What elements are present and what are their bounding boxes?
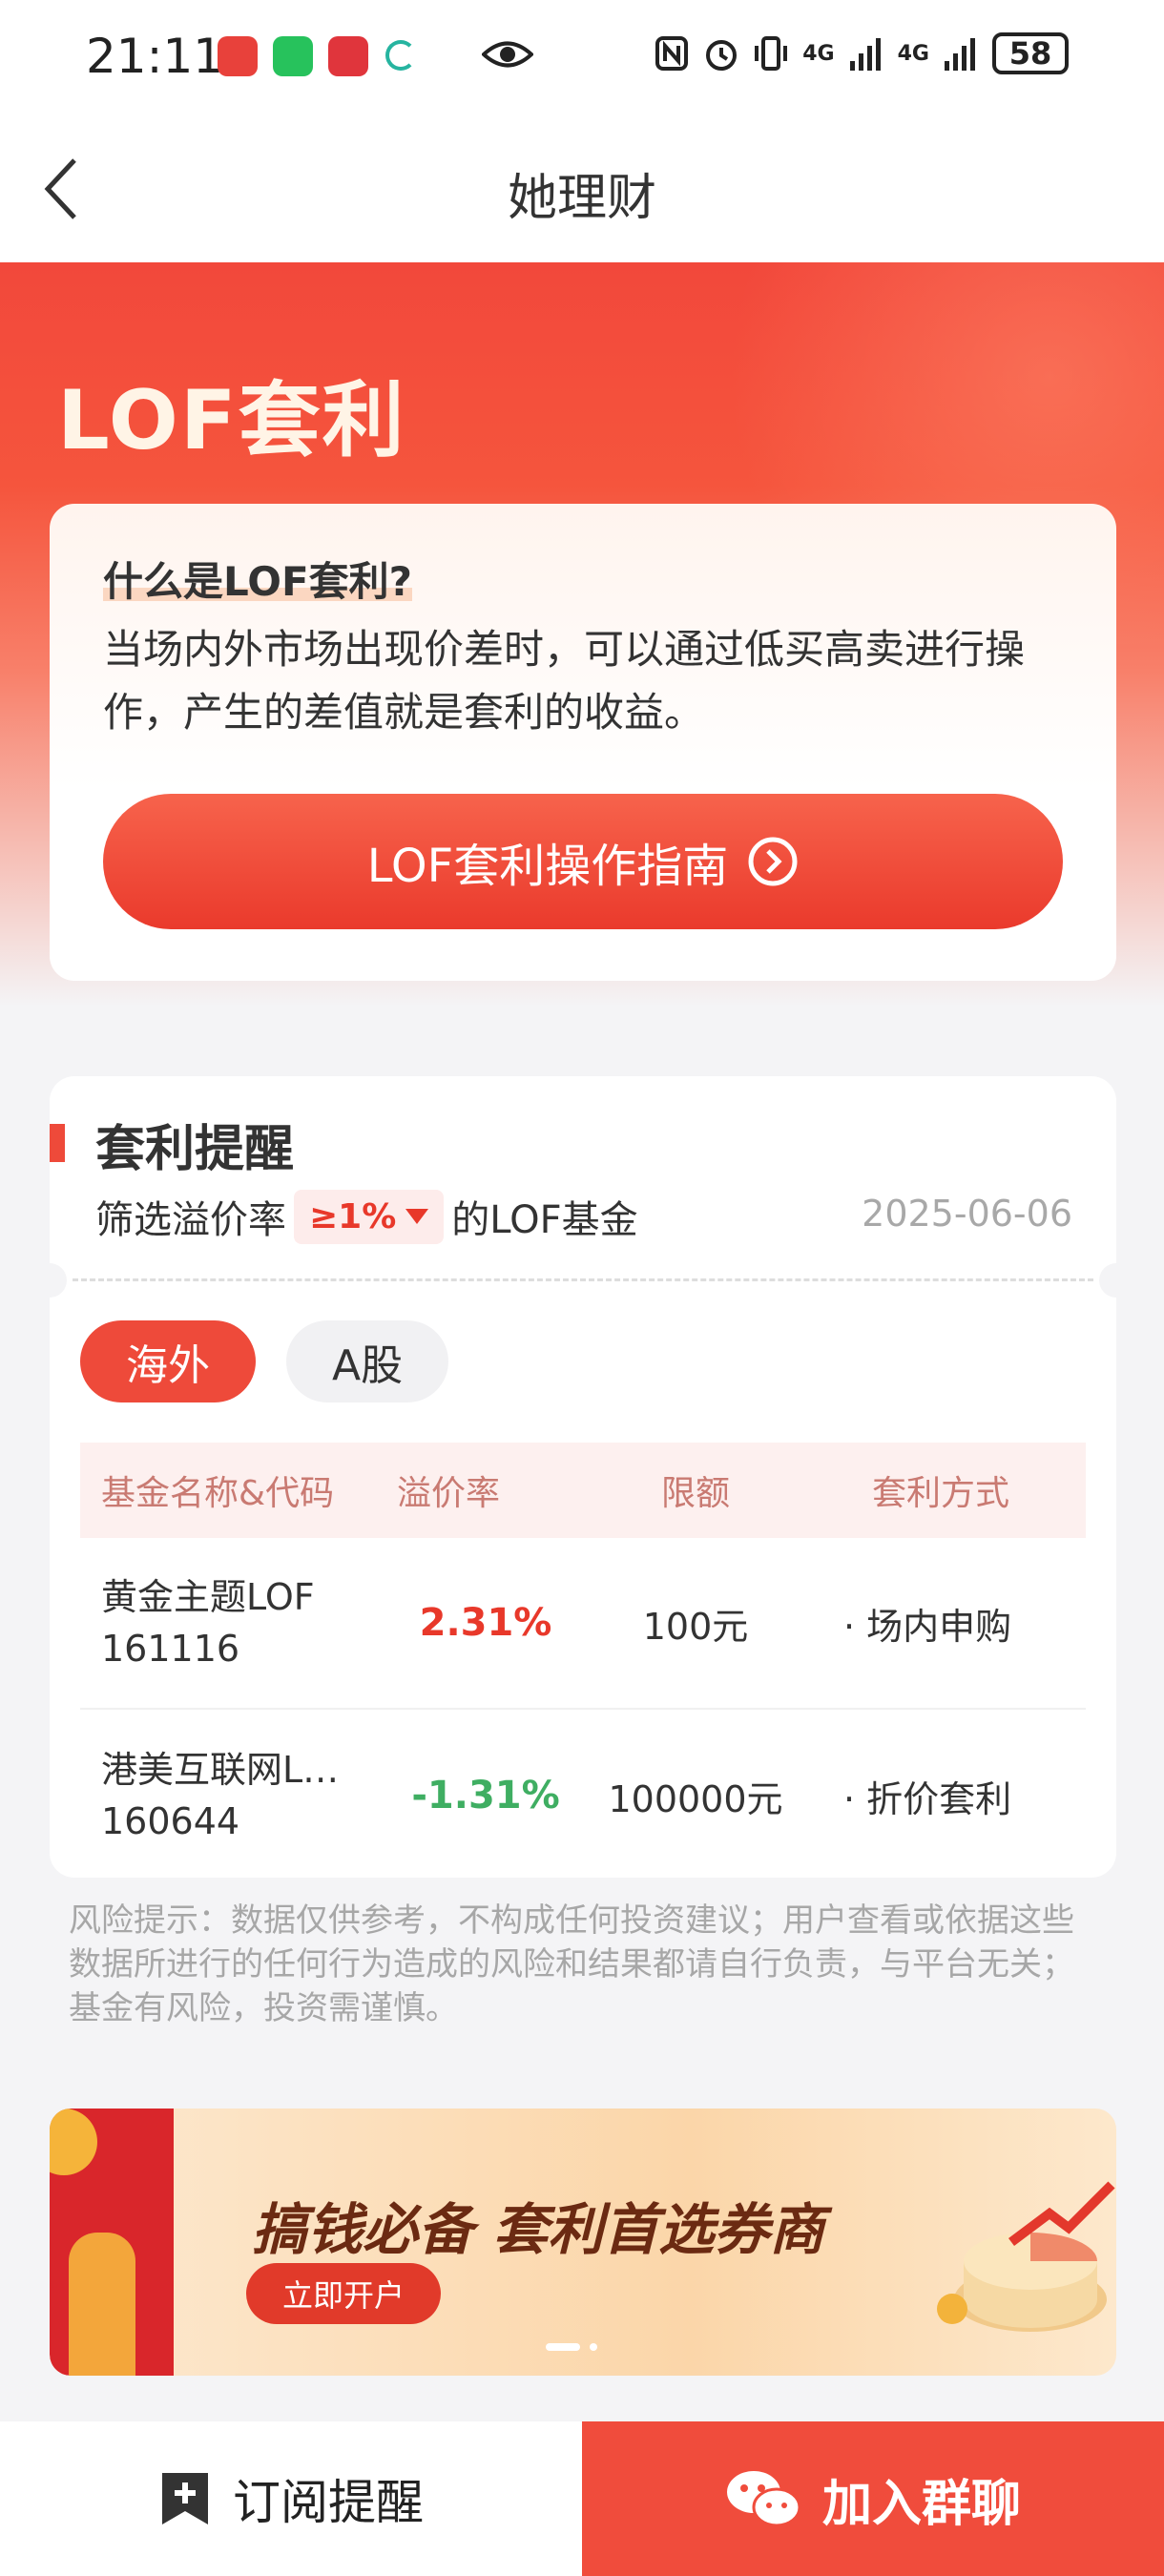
stock-app-notification-icon [328, 36, 368, 76]
filter-prefix: 筛选溢价率 [95, 1198, 286, 1242]
signal-icon [849, 38, 881, 71]
banner-slogan: 搞钱必备 套利首选券商 [252, 2197, 825, 2262]
filter-suffix: 的LOF基金 [451, 1198, 638, 1242]
arbitrage-reminder-card: 套利提醒 筛选溢价率 ≥1% 的LOF基金 2025-06-06 海外 A股 基… [50, 1076, 1116, 1878]
market-tabs: 海外 A股 [80, 1320, 449, 1402]
coin-icon [50, 2109, 97, 2175]
premium-filter-dropdown[interactable]: ≥1% [294, 1189, 445, 1244]
battery-level: 58 [1008, 35, 1052, 72]
banner-previous-slide [50, 2109, 174, 2376]
fund-name-cell: 港美互联网L… 160644 [80, 1744, 385, 1847]
arbitrage-method: · 折价套利 [843, 1777, 1012, 1820]
wechat-notification-icon [273, 36, 313, 76]
fund-name: 港美互联网L… [101, 1749, 340, 1791]
vibrate-icon [755, 36, 788, 71]
alarm-icon [706, 40, 738, 71]
intro-question-text: 什么是LOF套利? [103, 558, 413, 605]
carousel-dot [590, 2343, 597, 2351]
reminder-title: 套利提醒 [95, 1121, 295, 1178]
fund-code: 160644 [101, 1800, 240, 1842]
table-row[interactable]: 黄金主题LOF 161116 2.31% 100元 · 场内申购 [80, 1538, 1086, 1710]
eye-icon [482, 41, 533, 68]
status-right-icons: 4G 4G 58 [654, 32, 1069, 74]
network-type-2: 4G [897, 41, 929, 66]
join-group-chat-button[interactable]: 加入群聊 [582, 2421, 1164, 2576]
intro-question: 什么是LOF套利? [103, 550, 413, 608]
person-illustration [69, 2233, 135, 2376]
col-fund-name: 基金名称&代码 [101, 1474, 335, 1513]
col-method: 套利方式 [872, 1474, 1010, 1513]
promo-banner[interactable]: 搞钱必备 套利首选券商 立即开户 [50, 2109, 1116, 2376]
tab-a-shares[interactable]: A股 [286, 1320, 449, 1402]
filter-value: ≥1% [309, 1196, 397, 1236]
carousel-indicator [546, 2343, 597, 2351]
card-notch-left [50, 1263, 67, 1298]
bookmark-plus-icon [162, 2473, 208, 2524]
purchase-limit: 100000元 [608, 1777, 783, 1820]
filter-row: 筛选溢价率 ≥1% 的LOF基金 [95, 1189, 638, 1244]
intro-card: 什么是LOF套利? 当场内外市场出现价差时，可以通过低买高卖进行操作，产生的差值… [50, 504, 1116, 981]
guide-button[interactable]: LOF套利操作指南 [103, 794, 1063, 929]
tab-overseas[interactable]: 海外 [80, 1320, 256, 1402]
subscribe-reminder-button[interactable]: 订阅提醒 [0, 2421, 582, 2576]
section-marker [50, 1124, 65, 1162]
card-notch-right [1099, 1263, 1116, 1298]
fund-name-cell: 黄金主题LOF 161116 [80, 1571, 385, 1674]
signal-icon-2 [945, 38, 975, 71]
network-type: 4G [802, 41, 835, 66]
open-account-button[interactable]: 立即开户 [246, 2263, 441, 2324]
app-notification-icon [218, 36, 258, 76]
carousel-dot-active [546, 2343, 580, 2351]
battery-indicator: 58 [992, 32, 1069, 74]
status-time: 21:11 [86, 29, 224, 84]
premium-rate: -1.31% [411, 1774, 560, 1818]
status-bar: 21:11 4G 4G 58 [0, 0, 1164, 114]
fund-name: 黄金主题LOF [101, 1576, 315, 1618]
hero-title: LOF套利 [57, 373, 406, 468]
page-title: 她理财 [507, 170, 656, 227]
risk-notice: 风险提示：数据仅供参考，不构成任何投资建议；用户查看或依据这些数据所进行的任何行… [69, 1901, 1074, 2027]
chevron-right-circle-icon [748, 837, 798, 886]
arbitrage-method: · 场内申购 [843, 1605, 1012, 1648]
join-group-label: 加入群聊 [821, 2475, 1021, 2533]
guide-button-label: LOF套利操作指南 [366, 840, 729, 893]
intro-description: 当场内外市场出现价差时，可以通过低买高卖进行操作，产生的差值就是套利的收益。 [103, 626, 1026, 736]
table-header: 基金名称&代码 溢价率 限额 套利方式 [80, 1443, 1086, 1538]
wechat-icon [726, 2471, 801, 2527]
chart-coins-illustration [937, 2181, 1115, 2332]
update-date: 2025-06-06 [862, 1193, 1072, 1235]
table-row[interactable]: 港美互联网L… 160644 -1.31% 100000元 · 折价套利 [80, 1710, 1086, 1878]
bottom-action-bar: 订阅提醒 加入群聊 [0, 2421, 1164, 2576]
nav-bar: 她理财 [0, 114, 1164, 262]
premium-rate: 2.31% [419, 1601, 552, 1645]
subscribe-label: 订阅提醒 [233, 2475, 424, 2530]
col-premium-rate: 溢价率 [397, 1474, 501, 1513]
dashed-divider [73, 1278, 1093, 1281]
sync-icon [385, 40, 416, 71]
triangle-down-icon [405, 1209, 429, 1224]
nfc-icon [655, 36, 689, 71]
purchase-limit: 100元 [642, 1605, 749, 1648]
col-limit: 限额 [660, 1474, 730, 1513]
fund-code: 161116 [101, 1628, 240, 1670]
